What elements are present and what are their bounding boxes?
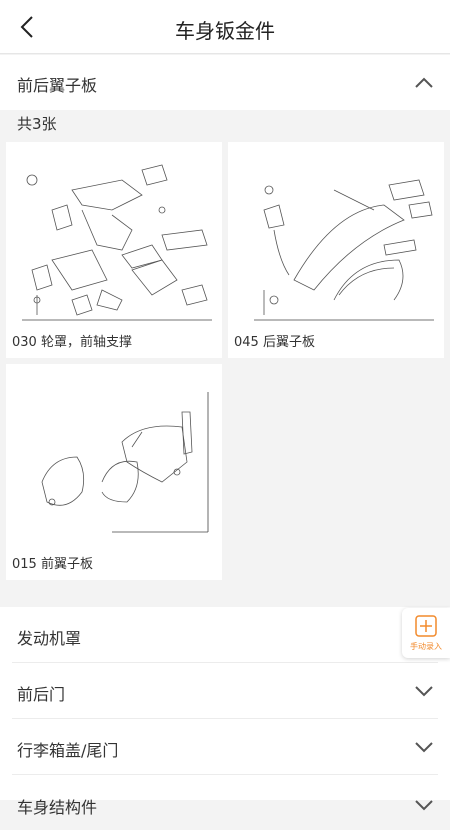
chevron-down-icon[interactable] (414, 681, 434, 701)
section-title: 前后翼子板 (17, 76, 98, 95)
diagram-thumbnail (41, 392, 209, 533)
section-title: 车身结构件 (17, 798, 98, 817)
section-title: 前后门 (17, 685, 66, 704)
section-list: 发动机罩 前后门 行李箱盖/尾门 车身结构件 (0, 607, 450, 817)
diagram-card[interactable]: 015 前翼子板 (6, 364, 222, 580)
diagram-card[interactable]: 045 后翼子板 (228, 142, 444, 358)
section-title: 行李箱盖/尾门 (17, 741, 119, 760)
page-title: 车身钣金件 (175, 19, 275, 43)
nav-bar: 车身钣金件 (0, 0, 450, 54)
diagram-thumbnail (22, 164, 212, 321)
manual-entry-button[interactable]: 手动录入 (402, 608, 450, 658)
section-row-structure[interactable]: 车身结构件 (0, 775, 450, 830)
chevron-up-icon[interactable] (414, 73, 434, 93)
section-row-doors[interactable]: 前后门 (0, 663, 450, 718)
section-row-hood[interactable]: 发动机罩 (0, 607, 450, 662)
chevron-down-icon[interactable] (414, 737, 434, 757)
image-count: 共3张 (17, 115, 57, 133)
diagram-card[interactable]: 030 轮罩，前轴支撑 (6, 142, 222, 358)
section-title: 发动机罩 (17, 629, 82, 648)
card-caption: 015 前翼子板 (12, 557, 93, 572)
manual-entry-label: 手动录入 (410, 642, 442, 651)
plus-icon (415, 615, 437, 637)
section-row-trunk[interactable]: 行李箱盖/尾门 (0, 719, 450, 774)
diagram-thumbnail (254, 179, 434, 321)
section-header-fenders[interactable]: 前后翼子板 (0, 55, 450, 110)
card-caption: 045 后翼子板 (234, 335, 315, 350)
card-caption: 030 轮罩，前轴支撑 (12, 335, 132, 350)
chevron-down-icon[interactable] (414, 795, 434, 815)
